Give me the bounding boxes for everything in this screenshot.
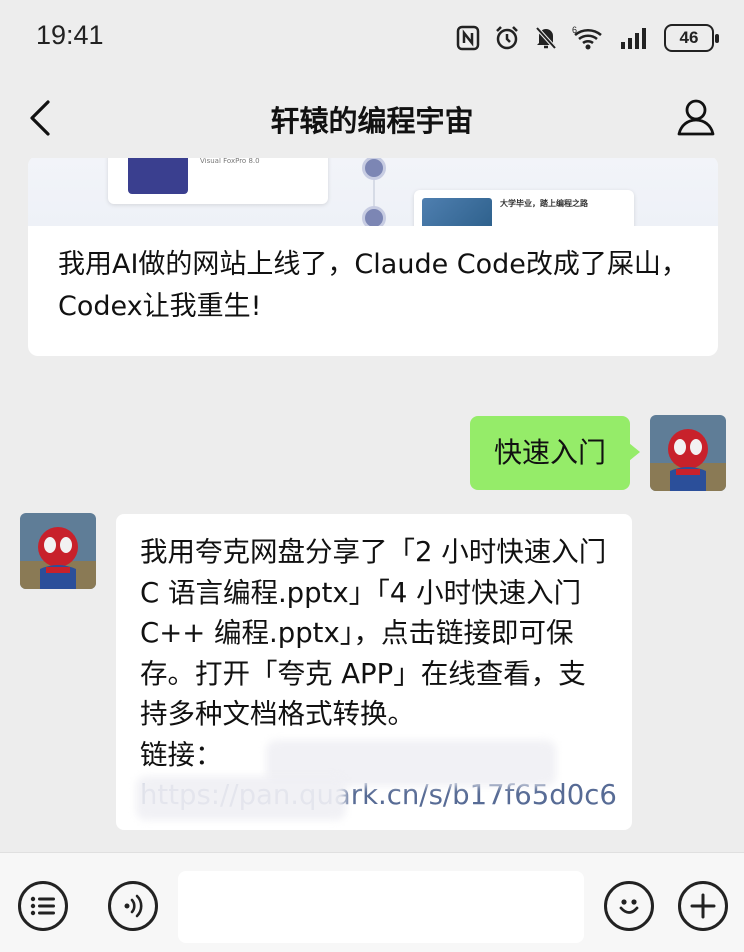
incoming-message-bubble[interactable]: 我用夸克网盘分享了「2 小时快速入门 C 语言编程.pptx」「4 小时快速入门…: [116, 514, 632, 830]
timeline-dot: [362, 206, 386, 226]
battery-level: 46: [679, 28, 699, 47]
input-bar: [0, 852, 744, 952]
status-bar: 19:41 6 46: [0, 0, 744, 78]
smiley-icon: [619, 899, 639, 914]
blurred-redaction: [136, 776, 346, 820]
mute-bell-icon: [534, 25, 558, 51]
emoji-button[interactable]: [604, 881, 654, 931]
thumbnail-card: 大学毕业，踏上编程之路: [414, 190, 634, 226]
message-input[interactable]: [178, 871, 584, 943]
chat-title: 轩辕的编程宇宙: [270, 104, 474, 138]
chat-header: 轩辕的编程宇宙: [0, 78, 744, 158]
thumbnail-caption: 大学毕业，踏上编程之路: [500, 199, 588, 208]
alarm-icon: [494, 25, 520, 51]
outgoing-message-bubble[interactable]: 快速入门: [469, 416, 641, 490]
book-cover-image: [128, 158, 188, 194]
article-title: 我用AI做的网站上线了，Claude Code改成了屎山，Codex让我重生!: [58, 249, 688, 322]
signal-icon: [620, 26, 650, 50]
menu-button[interactable]: [18, 881, 68, 931]
battery-icon: 46: [664, 24, 719, 52]
plus-icon: [690, 893, 716, 919]
person-icon: [677, 99, 715, 136]
list-menu-icon: [30, 896, 55, 916]
status-icons: 6 46: [456, 22, 719, 54]
more-button[interactable]: [678, 881, 728, 931]
nfc-icon: [456, 25, 480, 51]
wifi-6-icon: 6: [572, 25, 606, 51]
profile-button[interactable]: [676, 96, 716, 140]
article-card[interactable]: Visual FoxPro 8.0 大学毕业，踏上编程之路 我用AI做的网站上线…: [28, 158, 718, 356]
message-text: 我用夸克网盘分享了「2 小时快速入门 C 语言编程.pptx」「4 小时快速入门…: [140, 536, 607, 730]
chat-messages[interactable]: Visual FoxPro 8.0 大学毕业，踏上编程之路 我用AI做的网站上线…: [0, 158, 744, 852]
my-avatar[interactable]: [650, 415, 726, 491]
svg-text:6: 6: [572, 25, 577, 35]
voice-button[interactable]: [108, 881, 158, 931]
timeline-dot: [362, 158, 386, 180]
voice-icon: [124, 894, 143, 918]
sender-avatar[interactable]: [20, 513, 96, 589]
link-label: 链接：: [140, 738, 223, 771]
thumbnail-caption: Visual FoxPro 8.0: [200, 158, 260, 165]
thumbnail-image: [422, 198, 492, 226]
article-thumbnail: Visual FoxPro 8.0 大学毕业，踏上编程之路: [28, 158, 718, 226]
spiderman-avatar-icon: [650, 415, 726, 491]
thumbnail-card: Visual FoxPro 8.0: [108, 158, 328, 204]
spiderman-avatar-icon: [20, 513, 96, 589]
status-time: 19:41: [36, 20, 104, 50]
